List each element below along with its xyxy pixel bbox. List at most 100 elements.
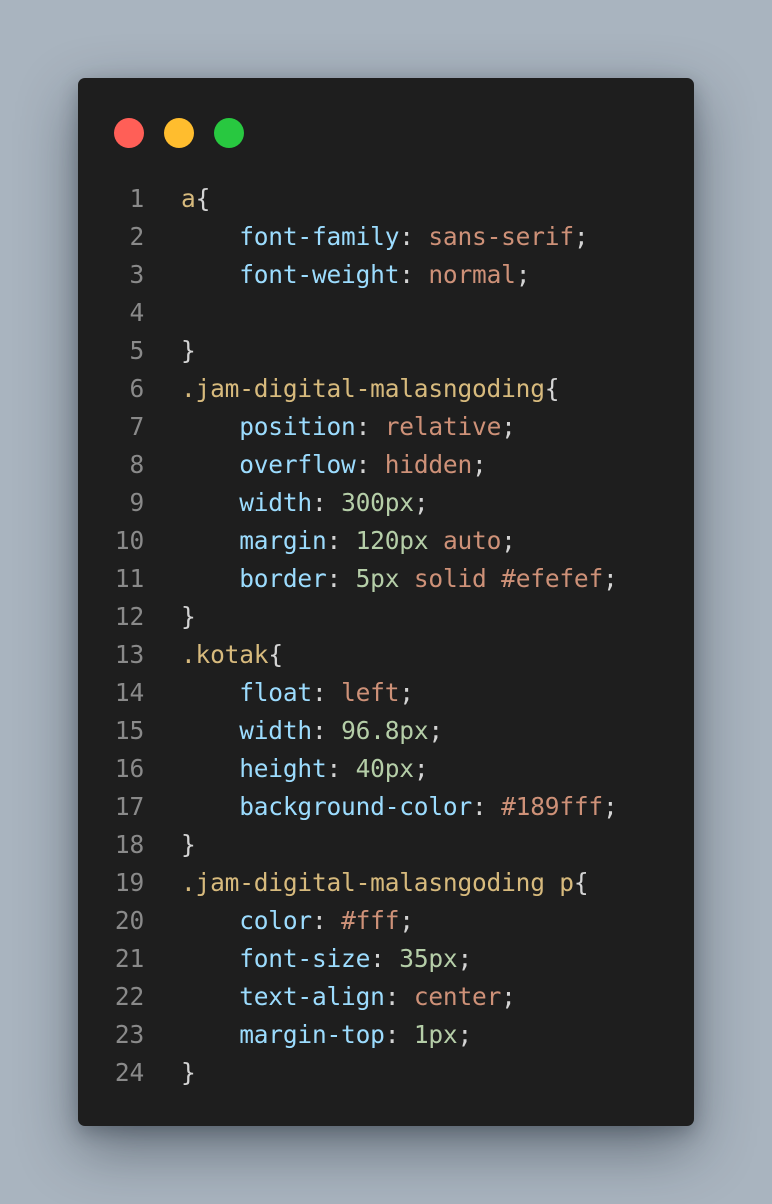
code-token: height	[239, 754, 327, 783]
line-number: 11	[114, 564, 144, 593]
code-token: margin-top	[239, 1020, 385, 1049]
code-line: 24}	[78, 1054, 694, 1092]
line-number: 23	[114, 1020, 144, 1049]
code-token: :	[326, 754, 356, 783]
code-line: 10 margin: 120px auto;	[78, 522, 694, 560]
code-line: 4	[78, 294, 694, 332]
code-token: ;	[501, 412, 516, 441]
code-text: width: 300px;	[181, 484, 428, 522]
code-line: 8 overflow: hidden;	[78, 446, 694, 484]
code-token: {	[195, 184, 211, 213]
code-text: font-size: 35px;	[181, 940, 472, 978]
code-token: 35px	[399, 944, 458, 973]
code-token: .jam-digital-malasngoding p	[181, 868, 574, 897]
code-token: background-color	[239, 792, 473, 821]
code-token: :	[384, 1020, 414, 1049]
code-text: position: relative;	[181, 408, 516, 446]
line-number: 3	[129, 260, 144, 289]
close-dot-icon[interactable]	[114, 118, 144, 148]
code-text: }	[181, 1054, 196, 1092]
code-token: ;	[515, 260, 531, 289]
code-token: {	[268, 640, 283, 669]
code-text: margin: 120px auto;	[181, 522, 516, 560]
code-token: #189fff	[501, 792, 603, 821]
code-token: {	[544, 374, 560, 403]
code-token: ;	[413, 488, 429, 517]
line-number: 19	[114, 868, 144, 897]
line-number: 5	[129, 336, 144, 365]
code-token: 40px	[355, 754, 414, 783]
line-number: 14	[114, 678, 144, 707]
code-text: background-color: #189fff;	[181, 788, 618, 826]
code-text: .jam-digital-malasngoding p{	[181, 864, 589, 902]
code-line: 14 float: left;	[78, 674, 694, 712]
code-text: .jam-digital-malasngoding{	[181, 370, 560, 408]
code-line: 16 height: 40px;	[78, 750, 694, 788]
code-token: }	[181, 602, 196, 631]
code-line: 3 font-weight: normal;	[78, 256, 694, 294]
code-line: 23 margin-top: 1px;	[78, 1016, 694, 1054]
line-number: 18	[114, 830, 144, 859]
minimize-dot-icon[interactable]	[164, 118, 194, 148]
code-text: }	[181, 598, 196, 636]
code-token: :	[326, 564, 356, 593]
code-token: }	[181, 1058, 196, 1087]
code-token: float	[239, 678, 312, 707]
code-token: .kotak	[181, 640, 269, 669]
code-text: }	[181, 826, 196, 864]
code-token: font-size	[239, 944, 371, 973]
code-line: 18}	[78, 826, 694, 864]
code-token: .jam-digital-malasngoding	[181, 374, 545, 403]
code-token: overflow	[239, 450, 356, 479]
code-token: ;	[457, 1020, 473, 1049]
line-number: 4	[129, 298, 144, 327]
code-token: ;	[413, 754, 429, 783]
code-token: solid	[413, 564, 487, 593]
line-number: 6	[129, 374, 144, 403]
code-line: 12}	[78, 598, 694, 636]
code-token: auto	[442, 526, 502, 555]
code-text: .kotak{	[181, 636, 283, 674]
code-token: font-weight	[239, 260, 400, 289]
code-line: 5}	[78, 332, 694, 370]
code-line: 19 .jam-digital-malasngoding p{	[78, 864, 694, 902]
code-text: margin-top: 1px;	[181, 1016, 472, 1054]
code-line: 15 width: 96.8px;	[78, 712, 694, 750]
maximize-dot-icon[interactable]	[214, 118, 244, 148]
code-token: color	[239, 906, 312, 935]
code-token: }	[181, 830, 196, 859]
code-token: :	[399, 260, 429, 289]
code-token: ;	[428, 716, 443, 745]
code-line: 9 width: 300px;	[78, 484, 694, 522]
code-text: }	[181, 332, 196, 370]
code-token: ;	[501, 982, 516, 1011]
code-token: :	[399, 222, 429, 251]
code-token: ;	[573, 222, 589, 251]
code-token: relative	[384, 412, 502, 441]
code-token: ;	[602, 792, 618, 821]
code-text: width: 96.8px;	[181, 712, 443, 750]
code-text: border: 5px solid #efefef;	[181, 560, 618, 598]
code-token: left	[341, 678, 400, 707]
code-token: :	[311, 488, 342, 517]
line-number: 9	[129, 488, 144, 517]
code-line: 6 .jam-digital-malasngoding{	[78, 370, 694, 408]
code-token: border	[239, 564, 327, 593]
code-text: overflow: hidden;	[181, 446, 487, 484]
